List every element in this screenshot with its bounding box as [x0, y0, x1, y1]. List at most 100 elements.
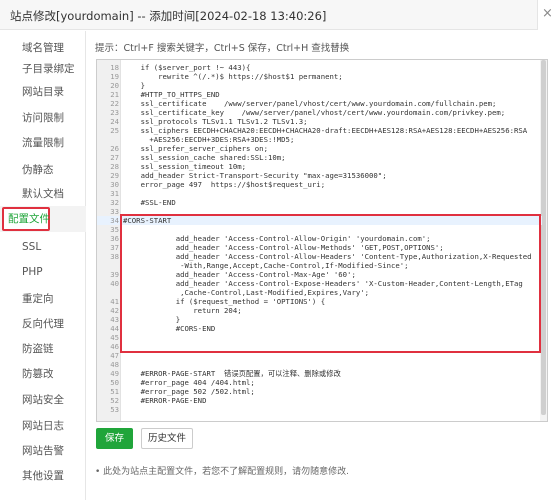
sidebar-item-redirect[interactable]: 重定向 — [0, 288, 85, 310]
window-titlebar: 站点修改[yourdomain] -- 添加时间[2024-02-18 13:4… — [0, 0, 557, 30]
line-number: 41 — [110, 297, 119, 306]
line-number: 21 — [110, 90, 119, 99]
code-line[interactable]: 24 ssl_protocols TLSv1.1 TLSv1.2 TLSv1.3… — [97, 117, 542, 126]
line-number: 50 — [110, 378, 119, 387]
line-number: 52 — [110, 396, 119, 405]
code-line[interactable]: 27 ssl_session_cache shared:SSL:10m; — [97, 153, 542, 162]
sidebar-item-security[interactable]: 网站安全 — [0, 389, 85, 411]
code-text: #error_page 404 /404.html; — [123, 378, 255, 387]
code-line[interactable]: 25 ssl_ciphers EECDH+CHACHA20:EECDH+CHAC… — [97, 126, 542, 135]
code-line[interactable]: 19 rewrite ^(/.*)$ https://$host$1 perma… — [97, 72, 542, 81]
line-number: 53 — [110, 405, 119, 414]
sidebar-item-alert[interactable]: 网站告警 — [0, 440, 85, 462]
sidebar-item-config-file[interactable]: 配置文件 — [2, 207, 50, 231]
code-text: ssl_certificate_key /www/server/panel/vh… — [123, 108, 506, 117]
line-number: 28 — [110, 162, 119, 171]
sidebar-item-rewrite[interactable]: 伪静态 — [0, 159, 85, 181]
code-line[interactable]: 23 ssl_certificate_key /www/server/panel… — [97, 108, 542, 117]
sidebar-item-other[interactable]: 其他设置 — [0, 465, 85, 487]
line-number: 27 — [110, 153, 119, 162]
code-text: ssl_ciphers EECDH+CHACHA20:EECDH+CHACHA2… — [123, 126, 528, 135]
code-line[interactable]: 28 ssl_session_timeout 10m; — [97, 162, 542, 171]
sidebar-item-subdir[interactable]: 子目录绑定 — [0, 58, 85, 80]
line-number: 25 — [110, 126, 119, 135]
sidebar: 域名管理 子目录绑定 网站目录访问限制流量限制伪静态 默认文档 配置文件 SSL PHP 重定… — [0, 31, 86, 500]
sidebar-item-default-doc[interactable]: 默认文档 — [0, 183, 85, 205]
config-note: • 此处为站点主配置文件，若您不了解配置规则，请勿随意修改. — [95, 467, 350, 477]
code-text: #ERROR-PAGE-END — [123, 396, 207, 405]
line-number: 45 — [110, 333, 119, 342]
code-line[interactable]: 29 add_header Strict-Transport-Security … — [97, 171, 542, 180]
close-icon[interactable]: × — [537, 0, 557, 30]
line-number: 42 — [110, 306, 119, 315]
line-number: 32 — [110, 198, 119, 207]
line-number: 38 — [110, 252, 119, 261]
code-line[interactable]: 31 — [97, 189, 542, 198]
code-text: ssl_session_cache shared:SSL:10m; — [123, 153, 286, 162]
sidebar-item-hotlink[interactable]: 防盗链 — [0, 338, 85, 360]
code-line[interactable]: 30 error_page 497 https://$host$request_… — [97, 180, 542, 189]
line-number: 34 — [110, 216, 119, 225]
window-title: 站点修改[yourdomain] -- 添加时间[2024-02-18 13:4… — [10, 9, 327, 23]
code-line[interactable]: 26 ssl_prefer_server_ciphers on; — [97, 144, 542, 153]
code-text: add_header Strict-Transport-Security "ma… — [123, 171, 387, 180]
code-line[interactable]: 18 if ($server_port !~ 443){ — [97, 63, 542, 72]
code-line[interactable]: 52 #ERROR-PAGE-END — [97, 396, 542, 405]
line-number: 22 — [110, 99, 119, 108]
editor-tip: 提示：Ctrl+F 搜索关键字，Ctrl+S 保存，Ctrl+H 查找替换 — [95, 43, 350, 54]
code-text: #HTTP_TO_HTTPS_END — [123, 90, 220, 99]
line-number: 23 — [110, 108, 119, 117]
code-line[interactable]: 22 ssl_certificate /www/server/panel/vho… — [97, 99, 542, 108]
line-number: 49 — [110, 369, 119, 378]
code-text: error_page 497 https://$host$request_uri… — [123, 180, 326, 189]
line-number: 40 — [110, 279, 119, 288]
code-text: ssl_session_timeout 10m; — [123, 162, 247, 171]
code-text: #ERROR-PAGE-START 错误页配置，可以注释、删除或修改 — [123, 369, 341, 378]
sidebar-item-ssl[interactable]: SSL — [0, 236, 85, 258]
line-number: 43 — [110, 315, 119, 324]
code-line[interactable]: 53 — [97, 405, 542, 414]
line-number: 35 — [110, 225, 119, 234]
sidebar-item-domain[interactable]: 域名管理 — [0, 37, 85, 59]
history-file-button[interactable]: 历史文件 — [141, 428, 193, 449]
code-text: ssl_certificate /www/server/panel/vhost/… — [123, 99, 497, 108]
line-number: 47 — [110, 351, 119, 360]
code-text: +AES256:EECDH+3DES:RSA+3DES:!MD5; — [123, 135, 295, 144]
code-line[interactable]: 50 #error_page 404 /404.html; — [97, 378, 542, 387]
code-text: #error_page 502 /502.html; — [123, 387, 255, 396]
code-line[interactable]: 51 #error_page 502 /502.html; — [97, 387, 542, 396]
code-text: #SSL-END — [123, 198, 176, 207]
line-number: 19 — [110, 72, 119, 81]
code-line[interactable]: 21 #HTTP_TO_HTTPS_END — [97, 90, 542, 99]
save-button[interactable]: 保存 — [96, 428, 133, 449]
line-number: 26 — [110, 144, 119, 153]
code-line[interactable]: 20 } — [97, 81, 542, 90]
code-line[interactable]: +AES256:EECDH+3DES:RSA+3DES:!MD5; — [97, 135, 542, 144]
line-number: 20 — [110, 81, 119, 90]
line-number: 39 — [110, 270, 119, 279]
code-line[interactable]: 49 #ERROR-PAGE-START 错误页配置，可以注释、删除或修改 — [97, 369, 542, 378]
code-text: ssl_protocols TLSv1.1 TLSv1.2 TLSv1.3; — [123, 117, 308, 126]
line-number: 18 — [110, 63, 119, 72]
line-number: 24 — [110, 117, 119, 126]
sidebar-item-site-dir[interactable]: 网站目录 — [0, 81, 85, 103]
line-number: 29 — [110, 171, 119, 180]
line-number: 31 — [110, 189, 119, 198]
line-number: 37 — [110, 243, 119, 252]
code-line[interactable]: 48 — [97, 360, 542, 369]
sidebar-item-tamper[interactable]: 防篡改 — [0, 363, 85, 385]
sidebar-item-traffic-limit[interactable]: 流量限制 — [0, 132, 85, 154]
code-text: } — [123, 81, 145, 90]
sidebar-item-access-limit[interactable]: 访问限制 — [0, 107, 85, 129]
line-number: 33 — [110, 207, 119, 216]
line-number: 36 — [110, 234, 119, 243]
line-number: 48 — [110, 360, 119, 369]
sidebar-item-reverse-proxy[interactable]: 反向代理 — [0, 313, 85, 335]
line-number: 30 — [110, 180, 119, 189]
line-number: 46 — [110, 342, 119, 351]
sidebar-item-log[interactable]: 网站日志 — [0, 415, 85, 437]
code-text: rewrite ^(/.*)$ https://$host$1 permanen… — [123, 72, 343, 81]
sidebar-item-php[interactable]: PHP — [0, 261, 85, 283]
code-line[interactable]: 32 #SSL-END — [97, 198, 542, 207]
code-text: ssl_prefer_server_ciphers on; — [123, 144, 268, 153]
